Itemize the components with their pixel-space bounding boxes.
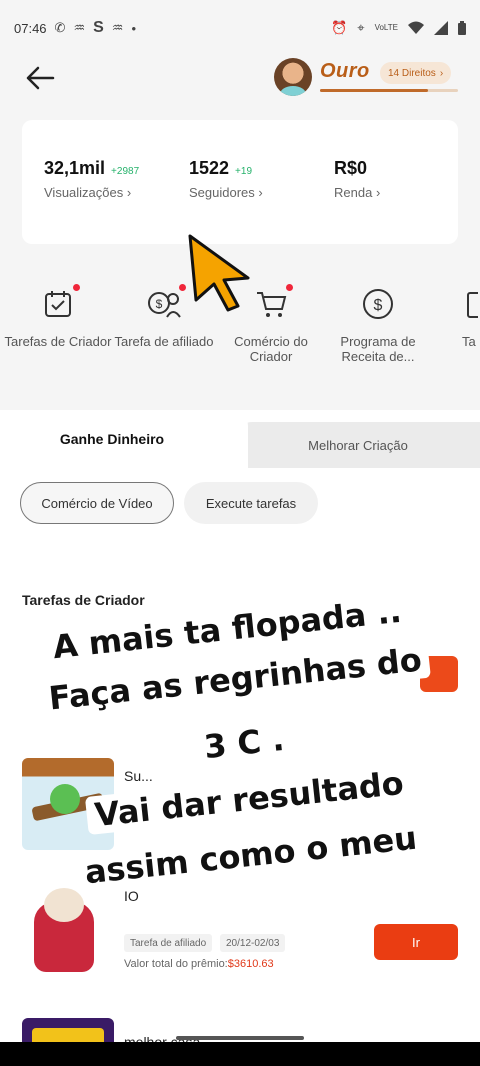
system-nav-bar bbox=[0, 1036, 480, 1066]
task-thumbnail bbox=[22, 758, 114, 850]
stat-label: Seguidores bbox=[189, 185, 255, 200]
task-thumbnail bbox=[22, 888, 114, 980]
stat-followers[interactable]: 1522 +19 Seguidores › bbox=[189, 158, 263, 200]
tab-bar: Melhorar Criação Ganhe Dinheiro bbox=[0, 410, 480, 468]
chevron-right-icon: › bbox=[439, 67, 444, 79]
volte-icon: VoLTE bbox=[374, 23, 398, 32]
arrow-left-icon bbox=[26, 66, 55, 90]
notification-dot bbox=[179, 284, 186, 291]
tool-revenue-program[interactable]: $ Programa de Receita de... bbox=[323, 282, 433, 364]
svg-text:$: $ bbox=[156, 297, 163, 311]
task-name: Su... bbox=[124, 768, 153, 784]
section-title: Tarefas de Criador bbox=[22, 592, 145, 608]
header: Ouro 14 Direitos › bbox=[0, 56, 480, 112]
tool-label: Tarefa de afiliado bbox=[114, 334, 214, 349]
signal-icon bbox=[434, 21, 448, 35]
notification-dot bbox=[73, 284, 80, 291]
svg-text:$: $ bbox=[374, 297, 383, 314]
tool-label: Programa de Receita de... bbox=[340, 334, 416, 364]
tab-improve-creation[interactable]: Melhorar Criação bbox=[236, 422, 480, 468]
tool-creator-tasks[interactable]: Tarefas de Criador bbox=[3, 282, 113, 349]
task-icon bbox=[458, 286, 478, 322]
chevron-right-icon: › bbox=[126, 185, 132, 200]
tool-label: Comércio do Criador bbox=[234, 334, 308, 364]
level-progress-bar bbox=[320, 89, 458, 92]
task-date: 20/12-02/03 bbox=[220, 934, 286, 952]
home-indicator[interactable] bbox=[176, 1036, 304, 1040]
location-icon: ⌖ bbox=[357, 20, 365, 35]
stat-income[interactable]: R$0 Renda › bbox=[334, 158, 380, 200]
dollar-circle-icon: $ bbox=[360, 286, 396, 322]
tab-earn-money[interactable]: Ganhe Dinheiro bbox=[0, 410, 248, 468]
stat-value: R$0 bbox=[334, 158, 368, 178]
stat-views[interactable]: 32,1mil +2987 Visualizações › bbox=[44, 158, 139, 200]
calendar-check-icon bbox=[40, 284, 80, 322]
task-tag: Tarefa de afiliado bbox=[124, 934, 213, 952]
go-button[interactable]: Ir bbox=[374, 924, 458, 960]
app-icon: ♒ bbox=[73, 20, 86, 35]
chip-execute-tasks[interactable]: Execute tarefas bbox=[184, 482, 318, 524]
back-button[interactable] bbox=[20, 58, 60, 98]
stat-value: 1522 bbox=[189, 158, 230, 178]
prize-label: Valor total do prêmio: bbox=[124, 958, 228, 970]
dot-icon: • bbox=[131, 20, 136, 36]
battery-icon bbox=[458, 21, 466, 35]
tool-label: Tarefas de Criador bbox=[4, 334, 112, 349]
task-name: IO bbox=[124, 888, 139, 904]
chevron-right-icon: › bbox=[375, 185, 381, 200]
rights-badge[interactable]: 14 Direitos › bbox=[380, 62, 452, 84]
app-icon: ♒ bbox=[111, 20, 124, 35]
rights-label: 14 Direitos bbox=[388, 67, 436, 79]
stat-delta: +2987 bbox=[111, 166, 140, 177]
status-bar: 07:46 ✆ ♒ S ♒ • ⏰ ⌖ VoLTE bbox=[0, 0, 480, 56]
status-time: 07:46 bbox=[14, 20, 47, 36]
stat-value: 32,1mil bbox=[44, 158, 106, 178]
stats-card: 32,1mil +2987 Visualizações › 1522 +19 Seg… bbox=[22, 120, 458, 244]
cart-icon bbox=[253, 284, 293, 322]
coin-people-icon: $ bbox=[146, 284, 186, 322]
notification-dot bbox=[286, 284, 293, 291]
stat-label: Renda bbox=[334, 185, 373, 200]
action-button[interactable] bbox=[420, 656, 458, 692]
s-icon: S bbox=[93, 19, 104, 36]
chip-video-commerce[interactable]: Comércio de Vídeo bbox=[20, 482, 174, 524]
level-progress-fill bbox=[320, 89, 428, 92]
chevron-right-icon: › bbox=[258, 185, 263, 200]
cursor-icon bbox=[188, 234, 250, 312]
wifi-icon bbox=[408, 21, 424, 34]
earn-panel: Melhorar Criação Ganhe Dinheiro Comércio… bbox=[0, 410, 480, 1066]
stat-delta: +19 bbox=[235, 166, 253, 177]
prize-value: $3610.63 bbox=[227, 958, 274, 970]
alarm-icon: ⏰ bbox=[331, 20, 348, 35]
task-prize: Valor total do prêmio:$3610.63 bbox=[124, 958, 274, 970]
whatsapp-icon: ✆ bbox=[54, 20, 66, 35]
tool-label: Ta Remu bbox=[462, 334, 480, 349]
creator-level[interactable]: Ouro bbox=[320, 60, 370, 83]
avatar[interactable] bbox=[274, 58, 312, 96]
tool-paid-task[interactable]: Ta Remu bbox=[430, 282, 480, 349]
stat-label: Visualizações bbox=[44, 185, 124, 200]
